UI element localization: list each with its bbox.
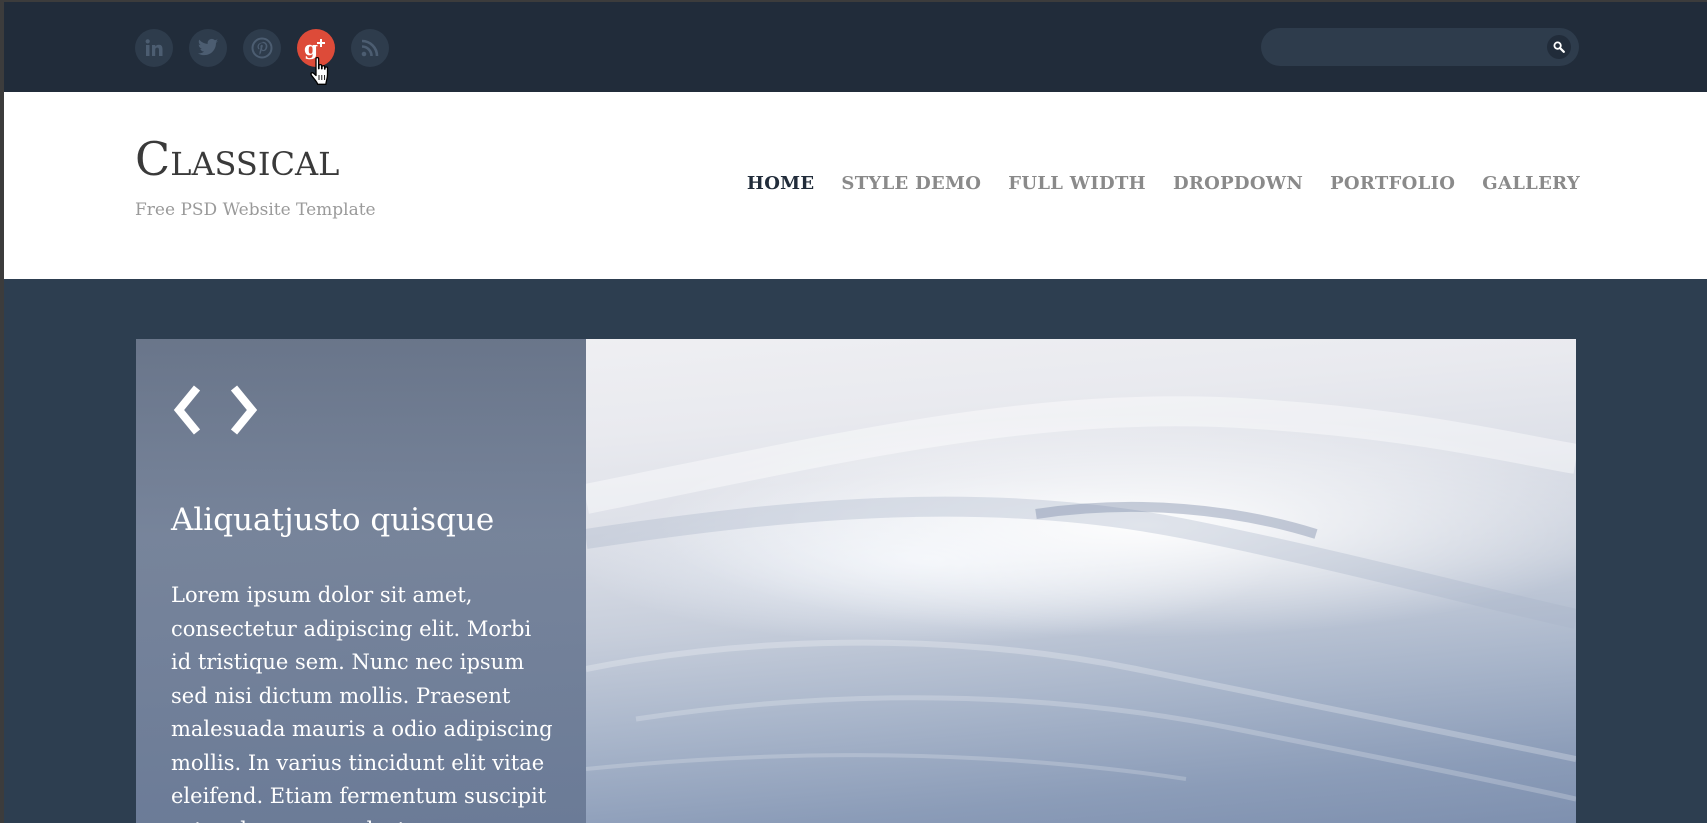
top-bar: g — [4, 2, 1707, 92]
slide-caption-panel: Aliquatjusto quisque Lorem ipsum dolor s… — [136, 339, 586, 823]
page-frame: g Classical Free PSD Website Template HO… — [4, 2, 1707, 823]
nav-item-style-demo[interactable]: STYLE DEMO — [841, 173, 981, 194]
search-box — [1261, 28, 1579, 66]
site-header: Classical Free PSD Website Template HOME… — [4, 92, 1707, 279]
rss-icon[interactable] — [351, 29, 389, 67]
nav-item-full-width[interactable]: FULL WIDTH — [1008, 173, 1146, 194]
nav-item-home[interactable]: HOME — [747, 173, 815, 194]
site-logo[interactable]: Classical — [135, 136, 339, 182]
search-icon — [1553, 41, 1565, 53]
main-nav: HOME STYLE DEMO FULL WIDTH DROPDOWN PORT… — [720, 173, 1580, 194]
twitter-icon[interactable] — [189, 29, 227, 67]
slide-text: Lorem ipsum dolor sit amet, consectetur … — [171, 583, 553, 823]
nav-item-gallery[interactable]: GALLERY — [1482, 173, 1580, 194]
chevron-left-icon[interactable] — [169, 384, 205, 436]
slide-title: Aliquatjusto quisque — [171, 502, 495, 538]
search-input[interactable] — [1277, 36, 1527, 58]
nav-item-portfolio[interactable]: PORTFOLIO — [1330, 173, 1455, 194]
hero-slider: Aliquatjusto quisque Lorem ipsum dolor s… — [136, 339, 1576, 823]
chevron-right-icon[interactable] — [226, 384, 262, 436]
linkedin-icon[interactable] — [135, 29, 173, 67]
site-tagline: Free PSD Website Template — [135, 200, 376, 220]
hand-cursor-icon — [310, 56, 329, 85]
pinterest-icon[interactable] — [243, 29, 281, 67]
search-button[interactable] — [1547, 35, 1571, 59]
nav-item-dropdown[interactable]: DROPDOWN — [1173, 173, 1303, 194]
